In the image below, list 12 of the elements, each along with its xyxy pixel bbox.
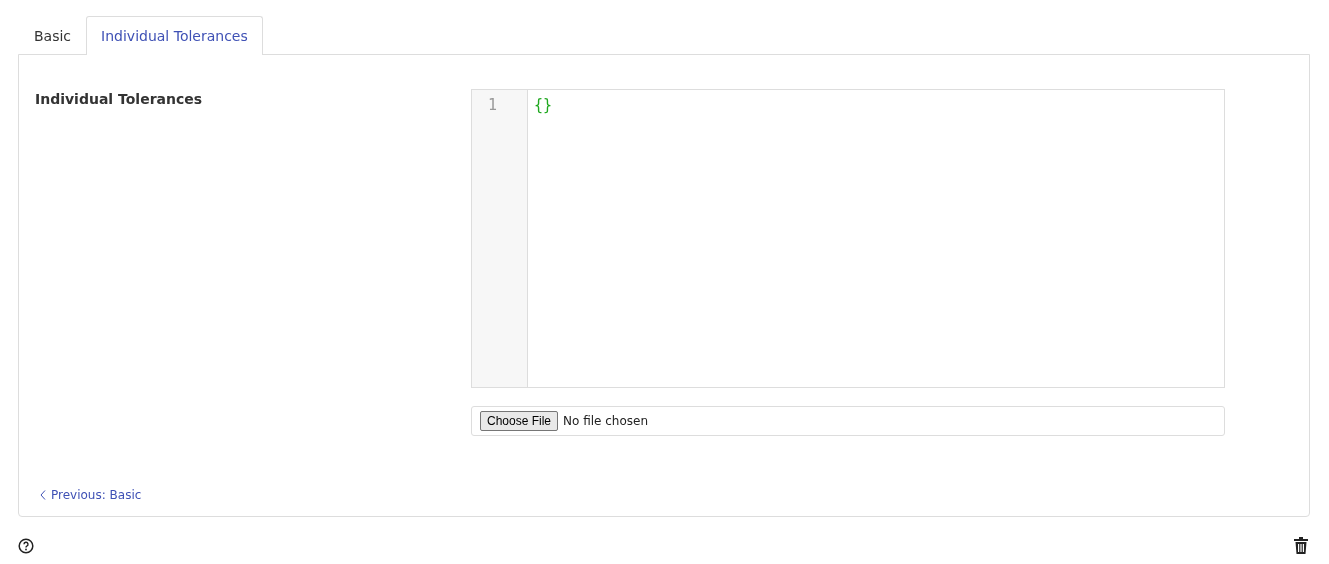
previous-link[interactable]: Previous: Basic [35,488,142,502]
line-number: 1 [487,96,497,114]
tab[interactable]: Basic [19,16,87,55]
help-icon[interactable] [18,537,34,554]
choose-file-button[interactable]: Choose File [480,411,559,431]
file-input[interactable]: Choose File No file chosen [471,406,1225,436]
tab[interactable]: Individual Tolerances [86,16,263,55]
file-status: No file chosen [563,414,649,428]
chevron-left-icon [40,490,46,500]
code-line: {} [534,96,553,114]
trash-icon[interactable] [1294,537,1308,554]
field-label: Individual Tolerances [35,90,204,109]
